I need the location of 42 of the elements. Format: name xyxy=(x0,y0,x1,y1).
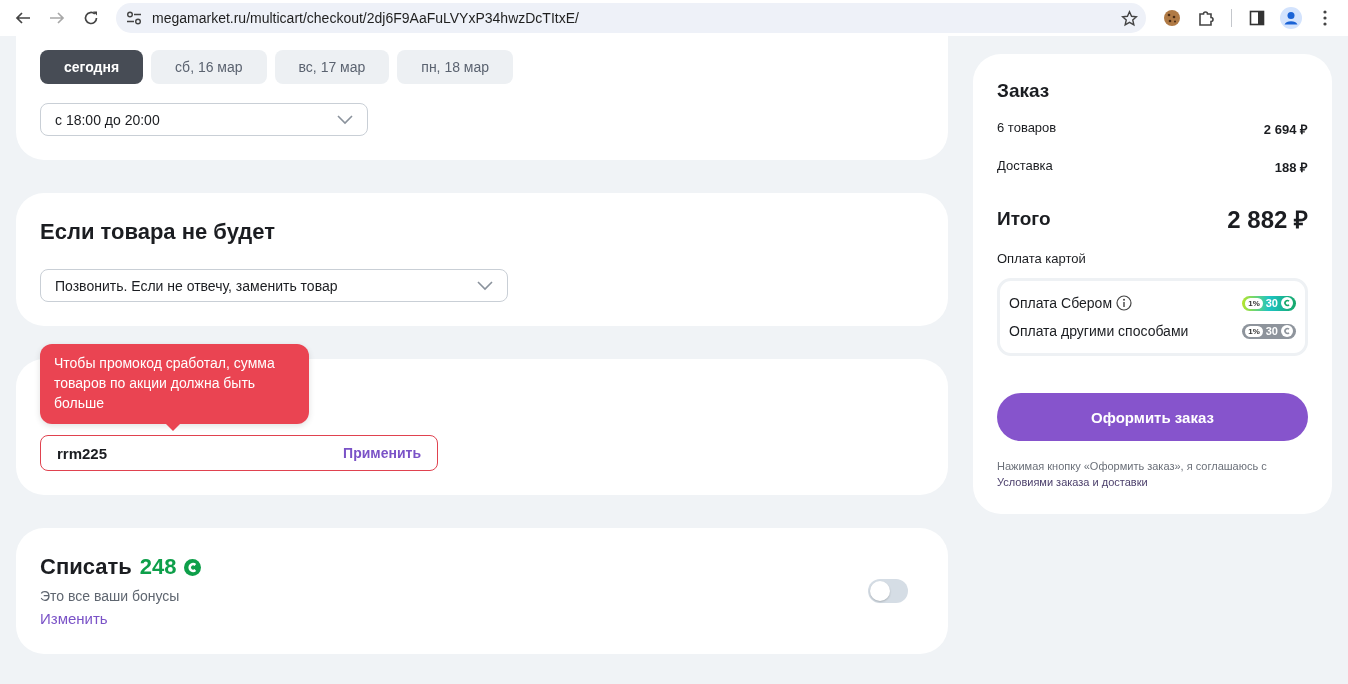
bonus-coin-icon xyxy=(184,558,202,576)
payment-option[interactable]: Оплата другими способами 1% 30 xyxy=(1009,317,1296,345)
cashback-badge: 1% 30 xyxy=(1242,295,1296,311)
bonus-amount: 248 xyxy=(139,554,177,580)
payment-option[interactable]: Оплата Сбером 1% 30 xyxy=(1009,289,1296,317)
bonus-coin-icon xyxy=(1281,325,1293,337)
payment-option-label: Оплата другими способами xyxy=(1009,323,1189,339)
tune-icon[interactable] xyxy=(126,11,142,25)
apply-button[interactable]: Применить xyxy=(343,445,421,461)
star-icon[interactable] xyxy=(1121,9,1138,27)
cashback-badge: 1% 30 xyxy=(1242,323,1296,339)
bonus-coin-icon xyxy=(1281,297,1293,309)
section-title: Списать xyxy=(40,554,132,580)
change-link[interactable]: Изменить xyxy=(40,610,108,627)
terms-text: Нажимая кнопку «Оформить заказ», я соглашаюсь с Условиями заказа и доставки xyxy=(997,459,1268,490)
order-title: Заказ xyxy=(997,80,1051,102)
total-label: Итого xyxy=(997,207,1051,230)
summary-label: 6 товаров xyxy=(997,120,1057,137)
summary-value: 188 ₽ xyxy=(1274,159,1308,176)
payment-option-label: Оплата Сбером xyxy=(1009,295,1112,311)
chevron-down-icon xyxy=(337,114,353,125)
chevron-down-icon xyxy=(477,280,493,291)
day-tab[interactable]: сегодня xyxy=(40,50,144,84)
url-text: megamarket.ru/multicart/checkout/2dj6F9AaFuLVYxP34hwzDcTItxE/ xyxy=(152,10,580,26)
address-bar[interactable]: megamarket.ru/multicart/checkout/2dj6F9AaFuLVYxP34hwzDcTItxE/ xyxy=(116,3,1146,33)
day-tab[interactable]: сб, 16 мар xyxy=(151,50,267,84)
bonus-note: Это все ваши бонусы xyxy=(40,588,181,604)
day-tab[interactable]: вс, 17 мар xyxy=(274,50,390,84)
day-tab[interactable]: пн, 18 мар xyxy=(397,50,514,84)
bonus-toggle[interactable] xyxy=(868,579,908,603)
promo-code-field[interactable]: rrm225 Применить xyxy=(40,435,438,471)
summary-value: 2 694 ₽ xyxy=(1263,121,1308,138)
replacement-dropdown[interactable]: Позвонить. Если не отвечу, заменить товар xyxy=(40,269,508,302)
section-title: Если товара не будет xyxy=(40,219,276,245)
payment-label: Оплата картой xyxy=(997,251,1087,266)
info-icon[interactable] xyxy=(1116,295,1132,311)
summary-label: Доставка xyxy=(997,158,1053,175)
time-slot-dropdown[interactable]: с 18:00 до 20:00 xyxy=(40,103,368,136)
tooltip-text: Чтобы промокод сработал, сумма товаров по акции должна быть больше xyxy=(54,355,275,411)
submit-order-button[interactable]: Оформить заказ xyxy=(997,393,1308,441)
terms-link[interactable]: Условиями заказа и доставки xyxy=(997,476,1148,488)
total-value: 2 882 ₽ xyxy=(1227,205,1308,235)
